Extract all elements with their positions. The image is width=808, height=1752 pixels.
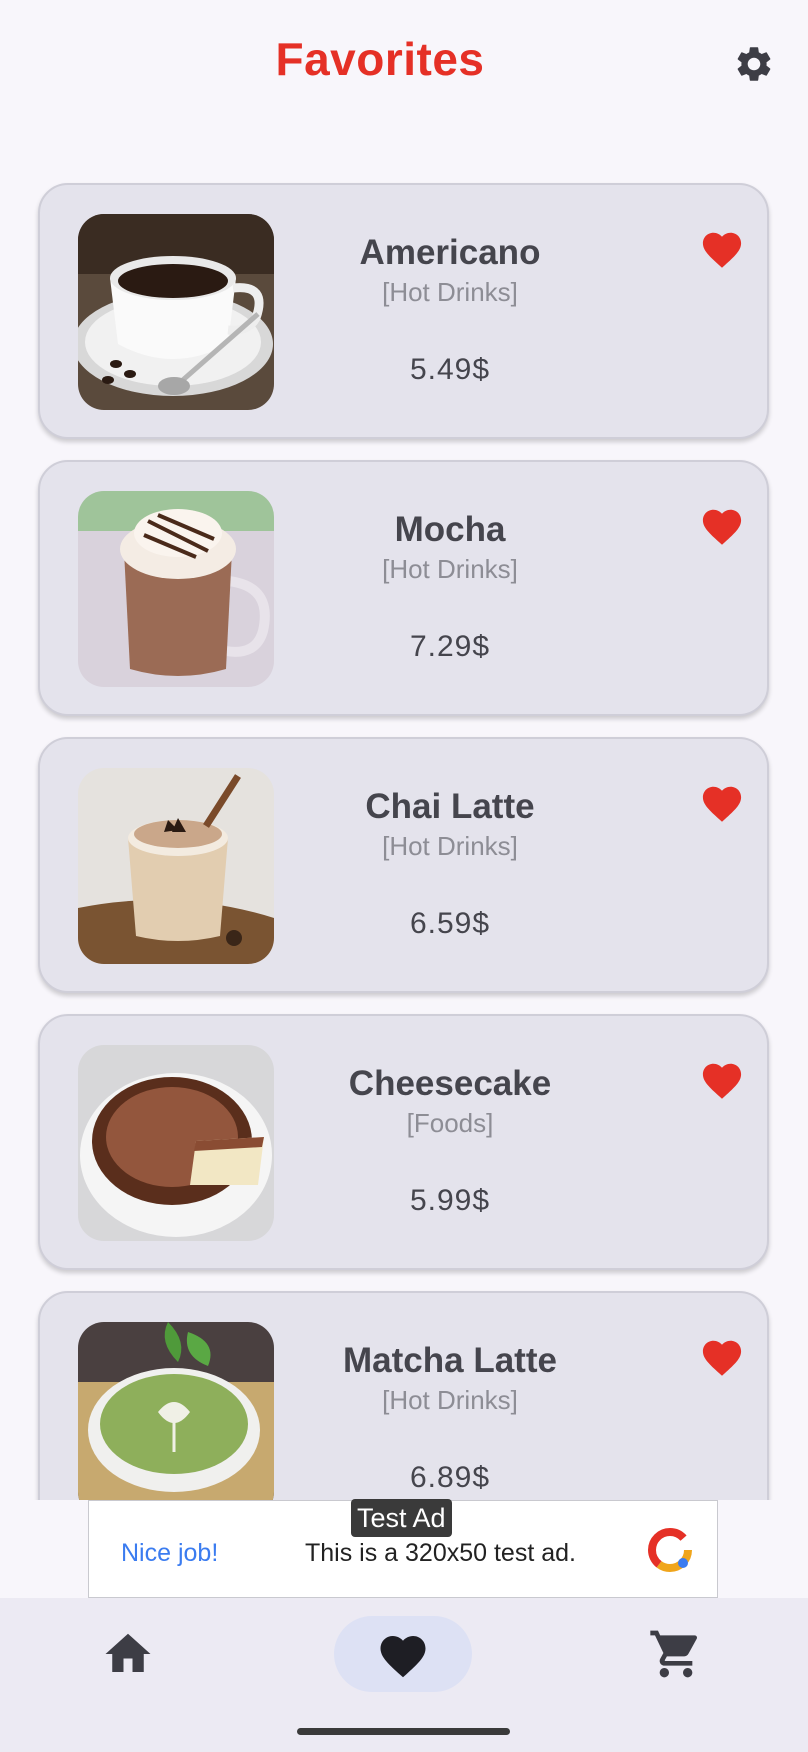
- heart-icon[interactable]: [699, 781, 745, 823]
- ad-text: This is a 320x50 test ad.: [305, 1539, 576, 1567]
- product-name: Mocha: [394, 510, 506, 549]
- product-price: 5.49$: [409, 353, 491, 386]
- ad-banner[interactable]: Test Ad Nice job! This is a 320x50 test …: [88, 1499, 718, 1598]
- product-name: Cheesecake: [348, 1064, 552, 1103]
- gear-icon: [737, 47, 771, 81]
- ad-cta[interactable]: Nice job!: [121, 1539, 218, 1568]
- heart-icon[interactable]: [699, 227, 745, 269]
- product-category: [Hot Drinks]: [382, 277, 518, 307]
- heart-icon: [380, 1636, 426, 1678]
- product-image-chai-latte: [78, 768, 274, 964]
- product-name: Chai Latte: [365, 787, 535, 826]
- product-category: [Hot Drinks]: [382, 554, 518, 584]
- list-item[interactable]: Cheesecake [Foods] 5.99$: [38, 1014, 769, 1270]
- app-header: Favorites: [0, 0, 808, 130]
- nav-home[interactable]: [78, 1616, 178, 1692]
- product-image-americano: [78, 214, 274, 410]
- product-name: Matcha Latte: [343, 1341, 557, 1380]
- list-item[interactable]: Mocha [Hot Drinks] 7.29$: [38, 460, 769, 716]
- settings-button[interactable]: [730, 40, 778, 88]
- product-image-mocha: [78, 491, 274, 687]
- heart-icon[interactable]: [699, 504, 745, 546]
- nav-cart[interactable]: [626, 1616, 726, 1692]
- product-price: 5.99$: [409, 1184, 491, 1217]
- page-title: Favorites: [275, 33, 485, 85]
- ad-logo-icon: [648, 1528, 692, 1572]
- product-price: 7.29$: [409, 630, 491, 663]
- home-indicator[interactable]: [297, 1728, 510, 1735]
- heart-icon[interactable]: [699, 1335, 745, 1377]
- favorites-list[interactable]: Americano [Hot Drinks] 5.49$ Mocha [Hot …: [0, 180, 808, 1500]
- product-category: [Hot Drinks]: [382, 1385, 518, 1415]
- list-item[interactable]: Matcha Latte [Hot Drinks] 6.89$: [38, 1291, 769, 1500]
- home-icon: [105, 1633, 151, 1672]
- product-price: 6.89$: [409, 1461, 491, 1494]
- product-name: Americano: [359, 233, 541, 272]
- heart-icon[interactable]: [699, 1058, 745, 1100]
- list-item[interactable]: Americano [Hot Drinks] 5.49$: [38, 183, 769, 439]
- product-category: [Hot Drinks]: [382, 831, 518, 861]
- nav-favorites[interactable]: [334, 1616, 472, 1692]
- product-price: 6.59$: [409, 907, 491, 940]
- product-category: [Foods]: [406, 1108, 494, 1138]
- product-image-matcha-latte: [78, 1322, 274, 1500]
- ad-badge: Test Ad: [351, 1499, 452, 1537]
- product-image-cheesecake: [78, 1045, 274, 1241]
- list-item[interactable]: Chai Latte [Hot Drinks] 6.59$: [38, 737, 769, 993]
- cart-icon: [650, 1630, 698, 1678]
